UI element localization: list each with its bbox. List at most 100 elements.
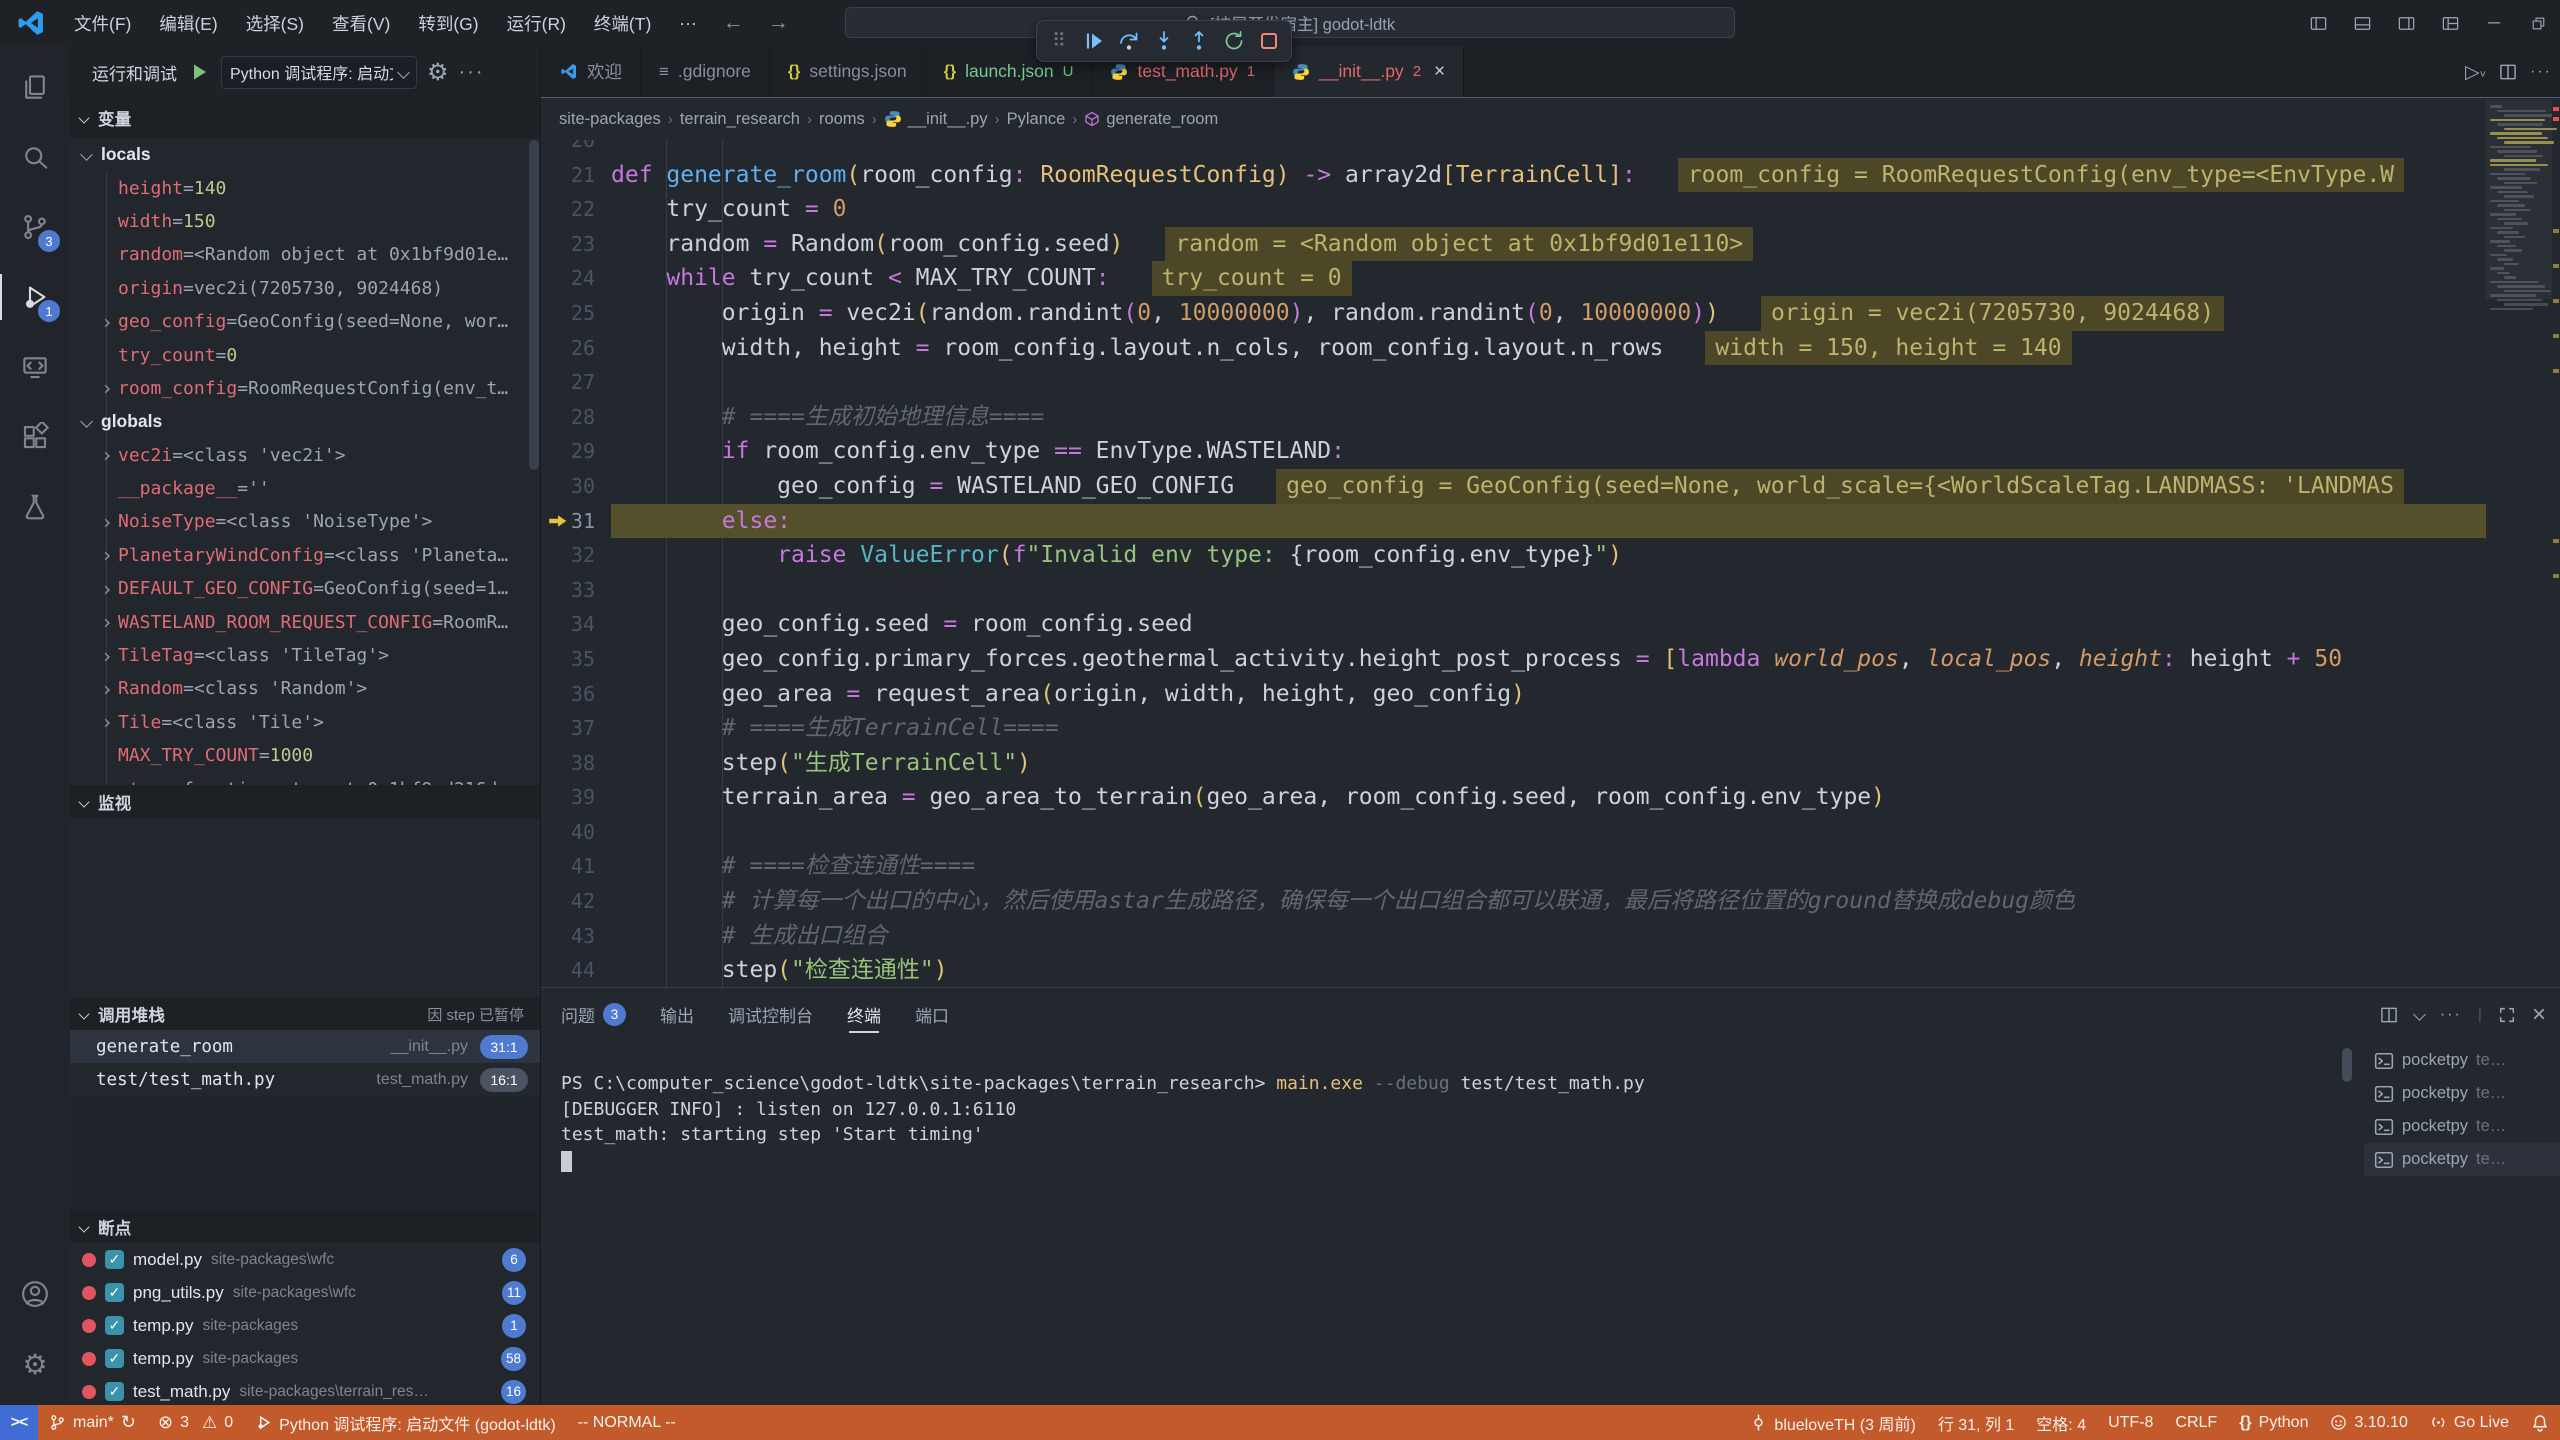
- menu-run[interactable]: 运行(R): [493, 0, 580, 46]
- variable-row-WASTELAND_ROOM_REQUEST_CONFIG[interactable]: ›WASTELAND_ROOM_REQUEST_CONFIG = RoomR…: [70, 605, 540, 638]
- breakpoint-checkbox[interactable]: ✓: [105, 1283, 124, 1302]
- gutter[interactable]: 21: [541, 158, 611, 193]
- start-debug-button[interactable]: [187, 60, 211, 84]
- gutter[interactable]: 20: [541, 140, 611, 158]
- code-line-38[interactable]: 38 step("生成TerrainCell"): [541, 746, 2486, 781]
- gutter[interactable]: 37: [541, 711, 611, 746]
- variable-row-width[interactable]: width = 150: [70, 205, 540, 238]
- breakpoint-checkbox[interactable]: ✓: [105, 1316, 124, 1335]
- gear-icon[interactable]: ⚙: [427, 58, 449, 87]
- terminal-list-item[interactable]: pocketpyte…: [2364, 1077, 2560, 1110]
- maximize-panel-icon[interactable]: [2498, 1006, 2516, 1024]
- code-line-33[interactable]: 33: [541, 573, 2486, 608]
- code-line-41[interactable]: 41 # ====检查连通性====: [541, 849, 2486, 884]
- code-editor[interactable]: 2021def generate_room(room_config: RoomR…: [541, 140, 2560, 987]
- gutter[interactable]: 35: [541, 642, 611, 677]
- gutter[interactable]: 33: [541, 573, 611, 608]
- gutter[interactable]: 23: [541, 227, 611, 262]
- code-line-43[interactable]: 43 # 生成出口组合: [541, 919, 2486, 954]
- step-out-button[interactable]: [1183, 25, 1215, 57]
- code-line-26[interactable]: 26 width, height = room_config.layout.n_…: [541, 331, 2486, 366]
- panel-tab-端口[interactable]: 端口: [915, 988, 949, 1041]
- status-go-live[interactable]: Go Live: [2419, 1405, 2520, 1440]
- chevron-down-icon[interactable]: [2413, 1008, 2426, 1021]
- panel-tab-问题[interactable]: 问题3: [561, 988, 626, 1041]
- breakpoint-row[interactable]: ✓temp.pysite-packages1: [70, 1309, 540, 1342]
- gutter[interactable]: 29: [541, 434, 611, 469]
- variable-row-Tile[interactable]: ›Tile = <class 'Tile'>: [70, 706, 540, 739]
- gutter[interactable]: 44: [541, 953, 611, 987]
- code-line-31[interactable]: 31 else:: [541, 504, 2486, 539]
- breakpoint-row[interactable]: ✓test_math.pysite-packages\terrain_res…1…: [70, 1375, 540, 1405]
- status-commit-author[interactable]: blueloveTH (3 周前): [1739, 1405, 1926, 1440]
- terminal-list-item[interactable]: pocketpyte…: [2364, 1044, 2560, 1077]
- code-line-37[interactable]: 37 # ====生成TerrainCell====: [541, 711, 2486, 746]
- breadcrumb-item[interactable]: generate_room: [1084, 110, 1218, 129]
- code-line-20[interactable]: 20: [541, 140, 2486, 158]
- status-eol[interactable]: CRLF: [2164, 1405, 2228, 1440]
- layout-sidebar-left-icon[interactable]: [2296, 0, 2340, 46]
- variable-row-geo_config[interactable]: ›geo_config = GeoConfig(seed=None, wor…: [70, 305, 540, 338]
- gutter[interactable]: 25: [541, 296, 611, 331]
- tab-__init__-py[interactable]: __init__.py2×: [1274, 46, 1464, 97]
- terminal-split-icon[interactable]: [2379, 1005, 2399, 1025]
- tab--gdignore[interactable]: ≡.gdignore: [641, 46, 770, 97]
- breadcrumb-item[interactable]: rooms: [819, 110, 865, 129]
- call-stack-frame[interactable]: generate_room__init__.py31:1: [70, 1030, 540, 1063]
- breadcrumb-item[interactable]: terrain_research: [680, 110, 800, 129]
- step-over-button[interactable]: [1113, 25, 1145, 57]
- gutter[interactable]: 22: [541, 192, 611, 227]
- variable-row-NoiseType[interactable]: ›NoiseType = <class 'NoiseType'>: [70, 505, 540, 538]
- breakpoint-checkbox[interactable]: ✓: [105, 1349, 124, 1368]
- gutter[interactable]: 24: [541, 261, 611, 296]
- stop-button[interactable]: [1253, 25, 1285, 57]
- section-header-breakpoints[interactable]: 断点: [70, 1210, 540, 1243]
- gutter[interactable]: 39: [541, 780, 611, 815]
- breakpoint-checkbox[interactable]: ✓: [105, 1250, 124, 1269]
- status-branch[interactable]: main*↻: [38, 1405, 147, 1440]
- panel-tab-输出[interactable]: 输出: [660, 988, 694, 1041]
- tab--[interactable]: 欢迎: [541, 46, 641, 97]
- code-line-23[interactable]: 23 random = Random(room_config.seed)rand…: [541, 227, 2486, 262]
- status-language[interactable]: {}Python: [2228, 1405, 2319, 1440]
- activity-item-account[interactable]: [0, 1259, 70, 1329]
- breadcrumb-item[interactable]: site-packages: [559, 110, 661, 129]
- code-line-34[interactable]: 34 geo_config.seed = room_config.seed: [541, 607, 2486, 642]
- activity-item-testing[interactable]: [0, 472, 70, 542]
- section-header-call-stack[interactable]: 调用堆栈 因 step 已暂停: [70, 998, 540, 1030]
- menu-file[interactable]: 文件(F): [60, 0, 145, 46]
- section-header-variables[interactable]: 变量: [70, 98, 540, 138]
- menu-go[interactable]: 转到(G): [404, 0, 492, 46]
- activity-item-explorer[interactable]: [0, 52, 70, 122]
- code-line-42[interactable]: 42 # 计算每一个出口的中心，然后使用astar生成路径，确保每一个出口组合都…: [541, 884, 2486, 919]
- gutter[interactable]: 27: [541, 365, 611, 400]
- terminal-output[interactable]: PS C:\computer_science\godot-ldtk\site-p…: [561, 1071, 2330, 1172]
- activity-item-extensions[interactable]: [0, 402, 70, 472]
- gutter[interactable]: 32: [541, 538, 611, 573]
- code-line-24[interactable]: 24 while try_count < MAX_TRY_COUNT:try_c…: [541, 261, 2486, 296]
- call-stack-frame[interactable]: test/test_math.pytest_math.py16:1: [70, 1063, 540, 1096]
- code-line-44[interactable]: 44 step("检查连通性"): [541, 953, 2486, 987]
- variable-row-vec2i[interactable]: ›vec2i = <class 'vec2i'>: [70, 439, 540, 472]
- scrollbar-thumb[interactable]: [529, 140, 539, 470]
- status-debug-config[interactable]: Python 调试程序: 启动文件 (godot-ldtk): [244, 1405, 567, 1440]
- code-line-35[interactable]: 35 geo_config.primary_forces.geothermal_…: [541, 642, 2486, 677]
- variable-row-PlanetaryWindConfig[interactable]: ›PlanetaryWindConfig = <class 'Planeta…: [70, 539, 540, 572]
- activity-item-settings[interactable]: ⚙: [0, 1329, 70, 1399]
- gutter[interactable]: 42: [541, 884, 611, 919]
- variable-row-step[interactable]: step = <function step at 0x1bf9cd216d: [70, 772, 540, 785]
- close-panel-icon[interactable]: ×: [2532, 1001, 2546, 1029]
- breadcrumb-item[interactable]: __init__.py: [884, 110, 988, 129]
- code-line-30[interactable]: 30 geo_config = WASTELAND_GEO_CONFIGgeo_…: [541, 469, 2486, 504]
- code-line-40[interactable]: 40: [541, 815, 2486, 850]
- gutter[interactable]: 26: [541, 331, 611, 366]
- minimap[interactable]: [2486, 99, 2560, 987]
- more-actions-icon[interactable]: ···: [2530, 63, 2552, 81]
- gutter[interactable]: 31: [541, 504, 611, 539]
- variable-row-TileTag[interactable]: ›TileTag = <class 'TileTag'>: [70, 639, 540, 672]
- code-line-39[interactable]: 39 terrain_area = geo_area_to_terrain(ge…: [541, 780, 2486, 815]
- continue-button[interactable]: [1078, 25, 1110, 57]
- more-actions-icon[interactable]: ···: [459, 61, 485, 84]
- layout-customize-icon[interactable]: [2428, 0, 2472, 46]
- status-problems[interactable]: ⊗3⚠0: [147, 1405, 244, 1440]
